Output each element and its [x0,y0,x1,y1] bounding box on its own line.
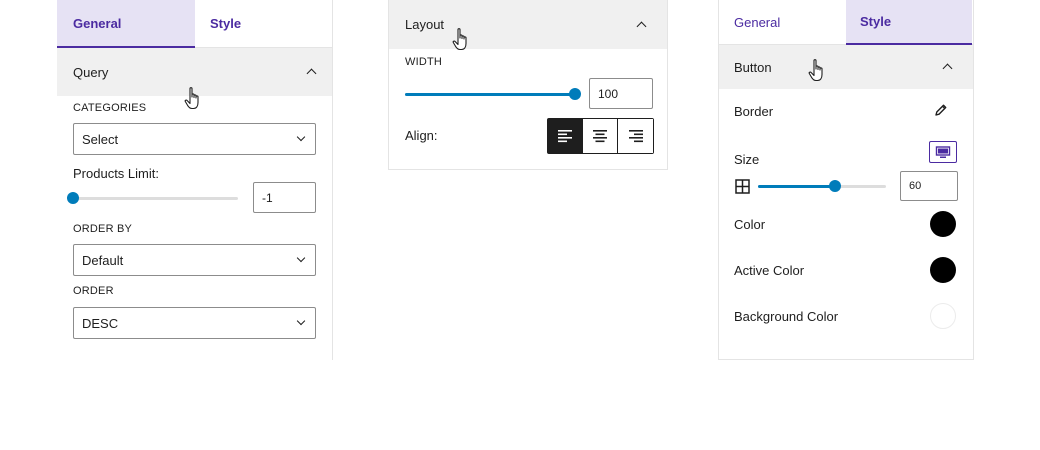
categories-select[interactable]: Select [73,123,316,155]
pencil-icon[interactable] [934,103,948,117]
tab-general[interactable]: General [719,0,846,44]
size-label: Size [734,152,760,167]
layout-settings-panel: Layout WIDTH 100 Align: [388,0,668,170]
align-left-button[interactable] [548,119,583,153]
order-label: ORDER [73,285,114,297]
chevron-down-icon [296,255,306,265]
categories-label: CATEGORIES [73,102,147,114]
background-color-swatch[interactable] [930,303,956,329]
align-left-icon [558,130,572,143]
responsive-device-button[interactable] [929,141,957,163]
align-right-icon [628,130,643,143]
align-right-button[interactable] [618,119,653,153]
section-title: Layout [405,17,445,32]
tab-style[interactable]: Style [195,0,241,47]
order-select-value: DESC [82,315,119,331]
order-by-select[interactable]: Default [73,244,316,276]
width-slider[interactable] [405,86,581,102]
section-title: Button [734,59,772,75]
size-input[interactable]: 60 [900,171,958,201]
hand-pointer-icon [808,59,823,82]
align-label: Align: [405,128,438,143]
align-center-icon [593,130,607,143]
width-label: WIDTH [405,56,443,68]
background-color-label: Background Color [734,309,839,324]
chevron-down-icon [296,318,306,328]
desktop-icon [935,145,951,158]
products-limit-label: Products Limit: [73,166,159,181]
button-style-panel: General Style Button Border Size 60 Colo… [718,0,974,360]
slider-thumb[interactable] [829,180,841,192]
chevron-down-icon [296,134,306,144]
order-select[interactable]: DESC [73,307,316,339]
categories-select-value: Select [82,131,119,147]
tab-style[interactable]: Style [846,0,972,45]
slider-thumb[interactable] [67,192,79,204]
hand-pointer-icon [184,87,199,110]
chevron-up-icon [306,67,316,77]
panel-tabs: General Style [719,0,973,45]
section-title: Query [73,64,109,80]
width-input[interactable]: 100 [589,78,653,109]
border-label: Border [734,104,774,119]
order-by-label: ORDER BY [73,223,133,235]
size-slider[interactable] [758,178,886,194]
align-button-group [547,118,654,154]
tab-general[interactable]: General [57,0,195,48]
slider-thumb[interactable] [569,88,581,100]
align-center-button[interactable] [583,119,618,153]
button-section-header[interactable]: Button [719,45,973,89]
query-settings-panel: General Style Query CATEGORIES Select Pr… [57,0,333,360]
slider-fill [758,185,835,188]
layout-section-header[interactable]: Layout [389,0,667,49]
active-color-swatch[interactable] [930,257,956,283]
slider-fill [405,93,575,96]
grid-icon[interactable] [735,179,750,194]
slider-track [73,197,238,200]
products-limit-slider[interactable] [67,190,238,206]
active-color-label: Active Color [734,263,805,278]
panel-tabs: General Style [57,0,332,48]
order-by-select-value: Default [82,252,124,268]
chevron-up-icon [636,20,646,30]
color-swatch[interactable] [930,211,956,237]
products-limit-input[interactable]: -1 [253,182,316,213]
color-label: Color [734,217,766,232]
chevron-up-icon [942,62,952,72]
hand-pointer-icon [452,28,467,51]
